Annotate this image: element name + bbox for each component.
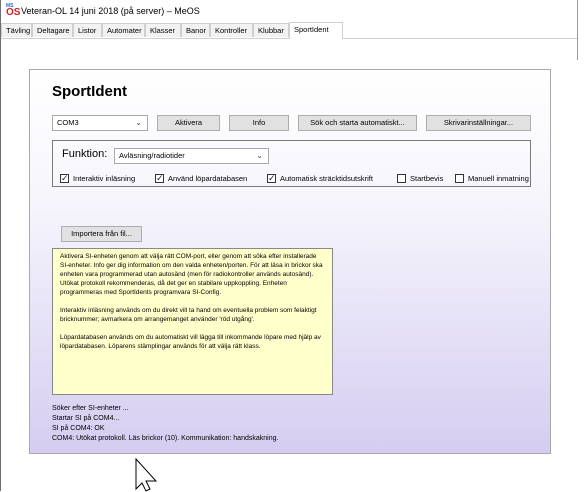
- sportident-panel: SportIdent COM3 ⌄ Aktivera Info Sök och …: [29, 69, 551, 454]
- checkbox-icon: [267, 172, 276, 184]
- tab-tavling[interactable]: Tävling: [1, 23, 32, 37]
- tab-bar: Tävling Deltagare Listor Automater Klass…: [1, 22, 577, 39]
- status-log: Söker efter SI-enheter ... Startar SI på…: [52, 404, 278, 444]
- info-button[interactable]: Info: [229, 115, 289, 131]
- checkbox-automatisk-stracktidsutskrift[interactable]: Automatisk sträcktidsutskrift: [267, 172, 373, 185]
- printer-settings-button[interactable]: Skrivarinställningar...: [426, 115, 531, 131]
- import-from-file-button[interactable]: Importera från fil...: [61, 226, 142, 242]
- checkbox-label: Manuell inmatning: [468, 174, 529, 183]
- info-paragraph: Löpardatabasen används om du automatiskt…: [60, 334, 321, 350]
- function-label: Funktion:: [62, 148, 108, 160]
- log-line: SI på COM4: OK: [52, 425, 105, 432]
- window-right-border: [577, 0, 578, 60]
- checkbox-icon: [397, 173, 406, 183]
- checkbox-label: Interaktiv inläsning: [73, 174, 136, 183]
- tab-klasser[interactable]: Klasser: [145, 23, 181, 37]
- page-title: SportIdent: [52, 83, 127, 100]
- title-bar: MS OS Veteran-OL 14 juni 2018 (på server…: [1, 0, 577, 22]
- log-line: Söker efter SI-enheter ...: [52, 405, 129, 412]
- checkbox-label: Startbevis: [410, 174, 444, 183]
- mouse-pointer-icon: [135, 458, 158, 492]
- checkbox-anvand-lopardatabasen[interactable]: Använd löpardatabasen: [155, 172, 248, 185]
- log-line: Startar SI på COM4...: [52, 415, 120, 422]
- tab-klubbar[interactable]: Klubbar: [253, 23, 289, 37]
- checkbox-interaktiv-inlasning[interactable]: Interaktiv inläsning: [60, 172, 136, 185]
- info-paragraph: Aktivera SI-enheten genom att välja rätt…: [60, 253, 323, 296]
- meos-app-icon: MS OS: [6, 3, 21, 18]
- chevron-down-icon: ⌄: [135, 118, 142, 127]
- checkbox-icon: [155, 172, 164, 184]
- function-select-value: Avläsning/radiotider: [119, 151, 185, 160]
- app-icon-label-bottom: OS: [6, 7, 21, 18]
- tab-automater[interactable]: Automater: [102, 23, 145, 37]
- com-port-value: COM3: [57, 118, 79, 127]
- checkbox-icon: [455, 173, 464, 183]
- info-text-box: Aktivera SI-enheten genom att välja rätt…: [52, 248, 333, 395]
- window-left-border: [0, 0, 1, 491]
- checkbox-manuell-inmatning[interactable]: Manuell inmatning: [455, 173, 529, 185]
- window-title: Veteran-OL 14 juni 2018 (på server) – Me…: [21, 6, 200, 16]
- checkbox-label: Använd löpardatabasen: [168, 174, 248, 183]
- tab-banor[interactable]: Banor: [181, 23, 210, 37]
- tab-sportident[interactable]: SportIdent: [289, 22, 343, 39]
- activate-button[interactable]: Aktivera: [157, 115, 220, 131]
- chevron-down-icon: ⌄: [256, 151, 263, 160]
- function-select[interactable]: Avläsning/radiotider ⌄: [114, 148, 269, 164]
- com-port-select[interactable]: COM3 ⌄: [52, 115, 148, 131]
- tab-kontroller[interactable]: Kontroller: [210, 23, 253, 37]
- checkbox-icon: [60, 172, 69, 184]
- log-line: COM4: Utökat protokoll. Läs brickor (10)…: [52, 435, 279, 442]
- tab-listor[interactable]: Listor: [73, 23, 102, 37]
- checkbox-label: Automatisk sträcktidsutskrift: [280, 174, 373, 183]
- search-start-auto-button[interactable]: Sök och starta automatiskt...: [298, 115, 417, 131]
- info-paragraph: Interaktiv inläsning används om du direk…: [60, 307, 317, 323]
- checkbox-startbevis[interactable]: Startbevis: [397, 173, 443, 185]
- function-group: Funktion: Avläsning/radiotider ⌄ Interak…: [52, 140, 531, 187]
- tab-deltagare[interactable]: Deltagare: [32, 23, 73, 37]
